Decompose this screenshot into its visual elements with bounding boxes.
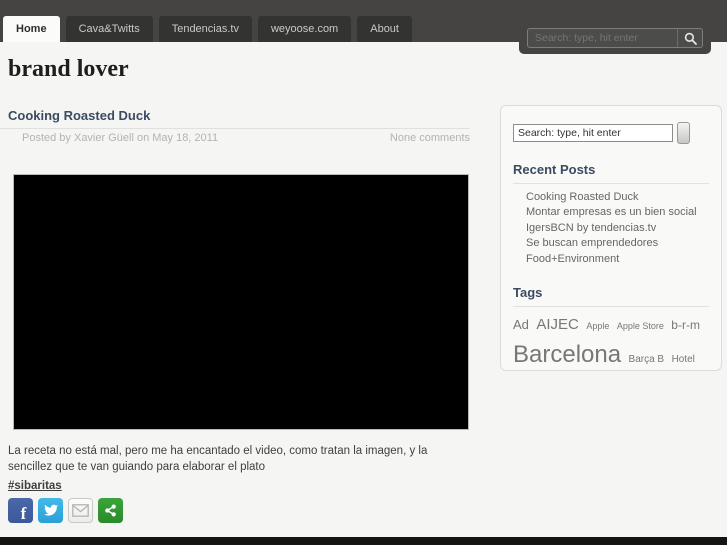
- nav-tab-about[interactable]: About: [357, 16, 412, 42]
- nav-tab-home[interactable]: Home: [3, 16, 60, 42]
- recent-posts-heading: Recent Posts: [513, 162, 596, 177]
- tag-link[interactable]: b-r-m: [671, 318, 700, 332]
- tag-link[interactable]: Ad: [513, 317, 529, 332]
- nav-tab-weyoose[interactable]: weyoose.com: [257, 16, 352, 42]
- facebook-share-icon[interactable]: f: [8, 498, 33, 523]
- share-icon[interactable]: [98, 498, 123, 523]
- social-share-row: f: [8, 498, 123, 523]
- recent-post-link[interactable]: IgersBCN by tendencias.tv: [526, 221, 709, 236]
- tag-link[interactable]: Apple Store: [617, 321, 664, 331]
- email-share-icon[interactable]: [68, 498, 93, 523]
- nav-tabs: Home Cava&Twitts Tendencias.tv weyoose.c…: [3, 16, 412, 42]
- twitter-bird-glyph: [44, 504, 59, 516]
- sidebar-search-button[interactable]: [677, 122, 690, 144]
- nav-tab-tendencias-tv[interactable]: Tendencias.tv: [158, 16, 252, 42]
- header-search: [527, 28, 703, 48]
- post-body: La receta no está mal, pero me ha encant…: [8, 443, 472, 494]
- recent-post-link[interactable]: Montar empresas es un bien social: [526, 205, 709, 220]
- tags-heading: Tags: [513, 285, 543, 301]
- recent-post-link[interactable]: Cooking Roasted Duck: [526, 190, 709, 205]
- tag-link[interactable]: Barcelona: [513, 341, 621, 368]
- twitter-share-icon[interactable]: [38, 498, 63, 523]
- sidebar-search: [513, 122, 709, 144]
- facebook-f-glyph: f: [20, 503, 27, 523]
- tag-link[interactable]: Barça B: [629, 354, 665, 365]
- header-search-input[interactable]: [528, 29, 677, 47]
- recent-posts-divider: [513, 183, 709, 184]
- tags-divider: [513, 306, 709, 308]
- tag-cloud: Ad AIJEC Apple Apple Store b-r-m Barcelo…: [513, 313, 709, 373]
- tag-link[interactable]: Hotel: [672, 354, 695, 365]
- site-title[interactable]: brand lover: [8, 56, 129, 83]
- post-byline: Posted by Xavier Güell on May 18, 2011: [22, 132, 219, 144]
- post-title[interactable]: Cooking Roasted Duck: [8, 108, 150, 123]
- header-search-button[interactable]: [677, 29, 702, 47]
- sidebar: Recent Posts Cooking Roasted Duck Montar…: [500, 105, 722, 371]
- recent-posts-list: Cooking Roasted Duck Montar empresas es …: [513, 190, 709, 267]
- video-embed[interactable]: [13, 174, 469, 430]
- recent-post-link[interactable]: Food+Environment: [526, 252, 709, 267]
- share-nodes-glyph: [105, 504, 116, 517]
- footer-bar: [0, 537, 727, 545]
- page: Home Cava&Twitts Tendencias.tv weyoose.c…: [0, 0, 727, 545]
- tag-link[interactable]: Apple: [586, 321, 609, 331]
- post-body-text: La receta no está mal, pero me ha encant…: [8, 445, 428, 474]
- search-icon: [684, 32, 697, 45]
- post-title-divider: [0, 128, 470, 129]
- post-meta-row: Posted by Xavier Güell on May 18, 2011 N…: [8, 132, 470, 144]
- hashtag-link[interactable]: #sibaritas: [8, 478, 62, 494]
- tag-link[interactable]: AIJEC: [536, 316, 579, 333]
- envelope-glyph: [72, 504, 89, 517]
- nav-tab-cava-twitts[interactable]: Cava&Twitts: [65, 16, 153, 42]
- post-comments-link[interactable]: None comments: [390, 132, 470, 144]
- sidebar-search-input[interactable]: [513, 124, 673, 142]
- recent-post-link[interactable]: Se buscan emprendedores: [526, 236, 709, 251]
